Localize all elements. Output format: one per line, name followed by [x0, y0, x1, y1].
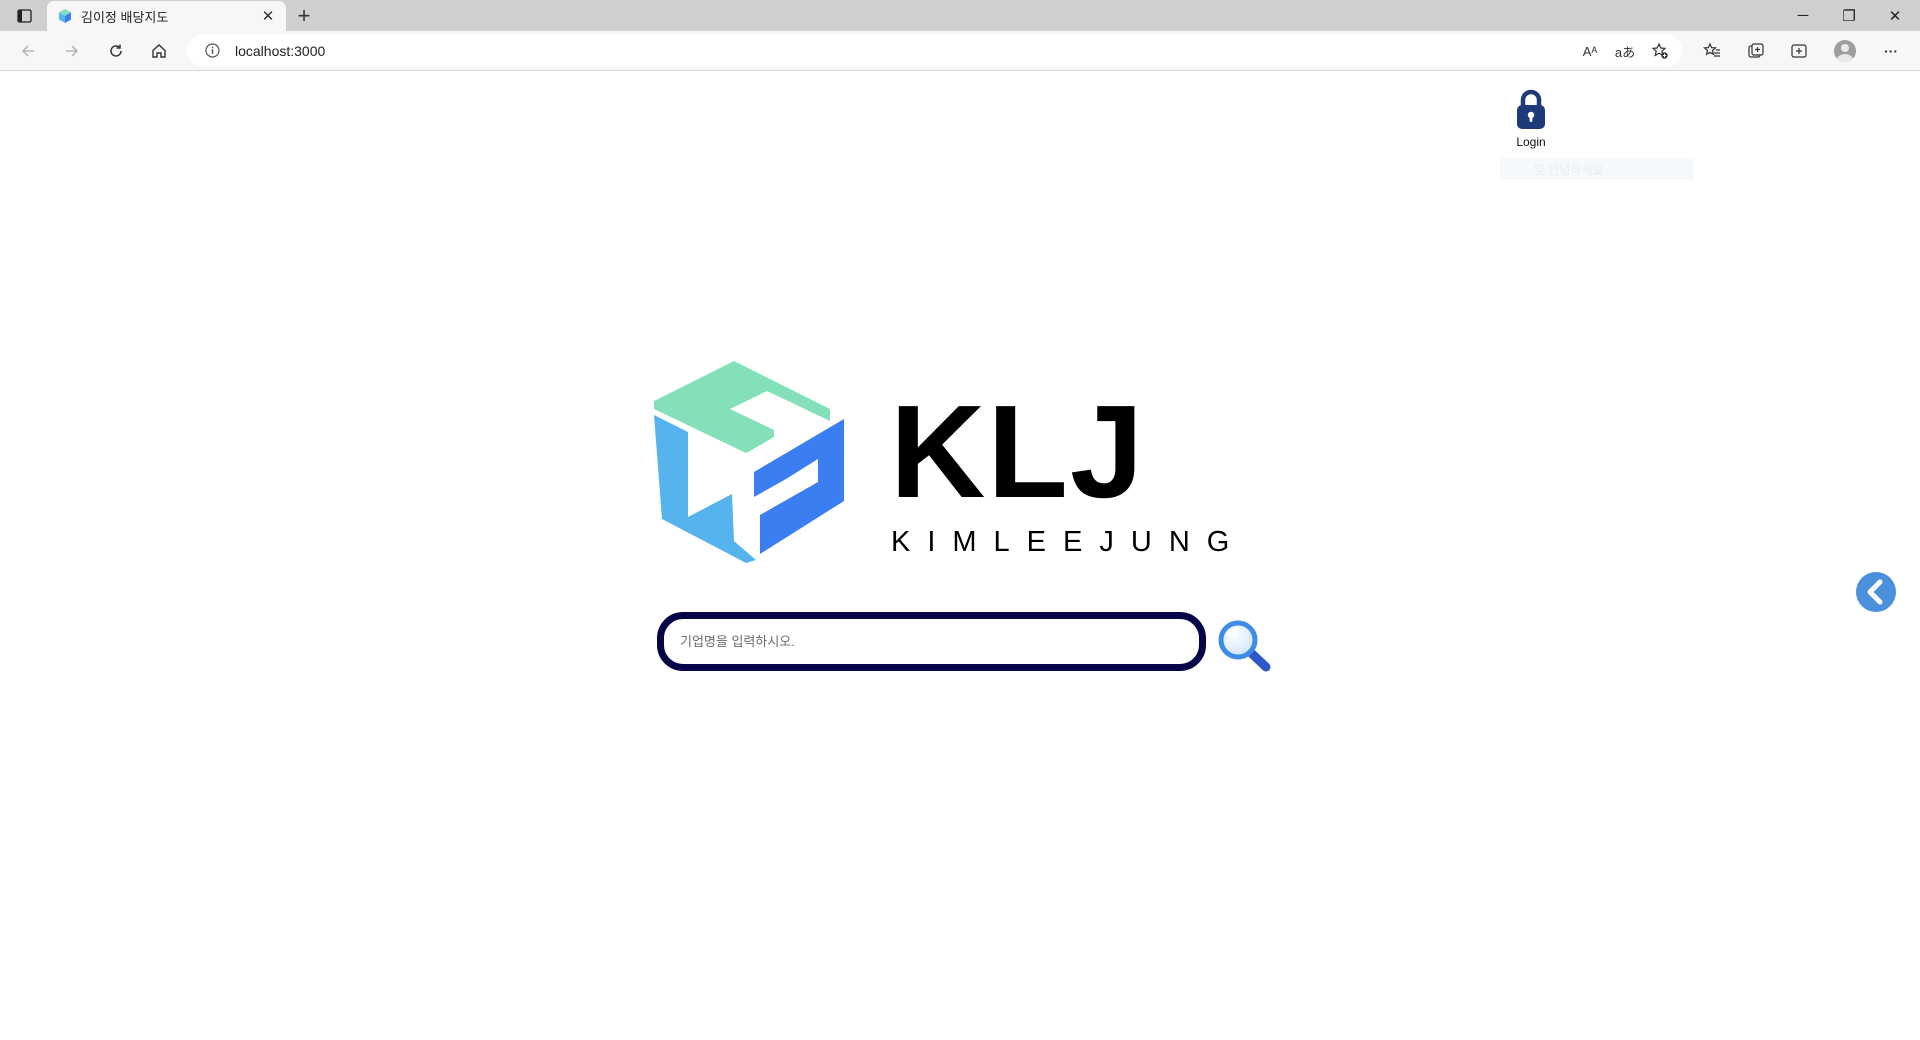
klj-logo: KLJ KIMLEEJUNG [654, 357, 1229, 563]
search-button[interactable] [1218, 620, 1272, 672]
search-input[interactable] [678, 633, 1182, 650]
tab-title: 김이정 배당지도 [81, 9, 169, 25]
add-favorite-icon[interactable] [1648, 39, 1672, 63]
reload-icon[interactable] [99, 35, 133, 67]
profile-icon [1834, 40, 1856, 62]
logo-cube-icon [654, 361, 844, 563]
home-icon[interactable] [142, 35, 176, 67]
collections-icon[interactable] [1739, 35, 1773, 67]
more-options-icon[interactable]: ··· [1874, 35, 1908, 67]
url-text: localhost:3000 [235, 42, 326, 59]
lock-icon [1517, 89, 1545, 129]
tab-bar: 김이정 배당지도 ✕ + ─ ❐ ✕ [0, 0, 1920, 31]
restore-button[interactable]: ❐ [1826, 0, 1872, 31]
site-favicon-icon [57, 8, 73, 24]
sidebar-toggle-button[interactable] [1856, 572, 1896, 612]
window-close-button[interactable]: ✕ [1872, 0, 1918, 31]
back-arrow-icon[interactable] [11, 35, 45, 67]
tab-close-icon[interactable]: ✕ [256, 4, 280, 28]
profile-avatar[interactable] [1828, 35, 1862, 67]
search-box[interactable] [657, 612, 1206, 671]
user-greeting: 및 안녕하세요 [1500, 158, 1694, 180]
login-label: Login [1516, 135, 1546, 149]
forward-arrow-icon[interactable] [55, 35, 89, 67]
tab-actions-icon[interactable] [11, 4, 37, 28]
favorites-icon[interactable] [1695, 35, 1729, 67]
minimize-button[interactable]: ─ [1780, 0, 1826, 31]
browser-tab[interactable]: 김이정 배당지도 ✕ [47, 1, 286, 31]
login-button[interactable]: Login [1508, 88, 1554, 149]
new-tab-button[interactable]: + [291, 3, 317, 29]
search-icon [1218, 620, 1271, 672]
browser-toolbar: localhost:3000 Aᴬ aあ ··· [0, 31, 1920, 71]
browser-essentials-icon[interactable] [1782, 35, 1816, 67]
read-aloud-icon[interactable]: Aᴬ [1578, 39, 1602, 63]
logo-wordmark: KLJ [890, 378, 1146, 525]
logo-subtitle: KIMLEEJUNG [891, 526, 1247, 558]
address-bar[interactable]: localhost:3000 [187, 35, 1682, 66]
chevron-left-icon [1856, 572, 1896, 612]
translate-icon[interactable]: aあ [1613, 39, 1637, 63]
site-info-icon[interactable] [204, 43, 220, 59]
